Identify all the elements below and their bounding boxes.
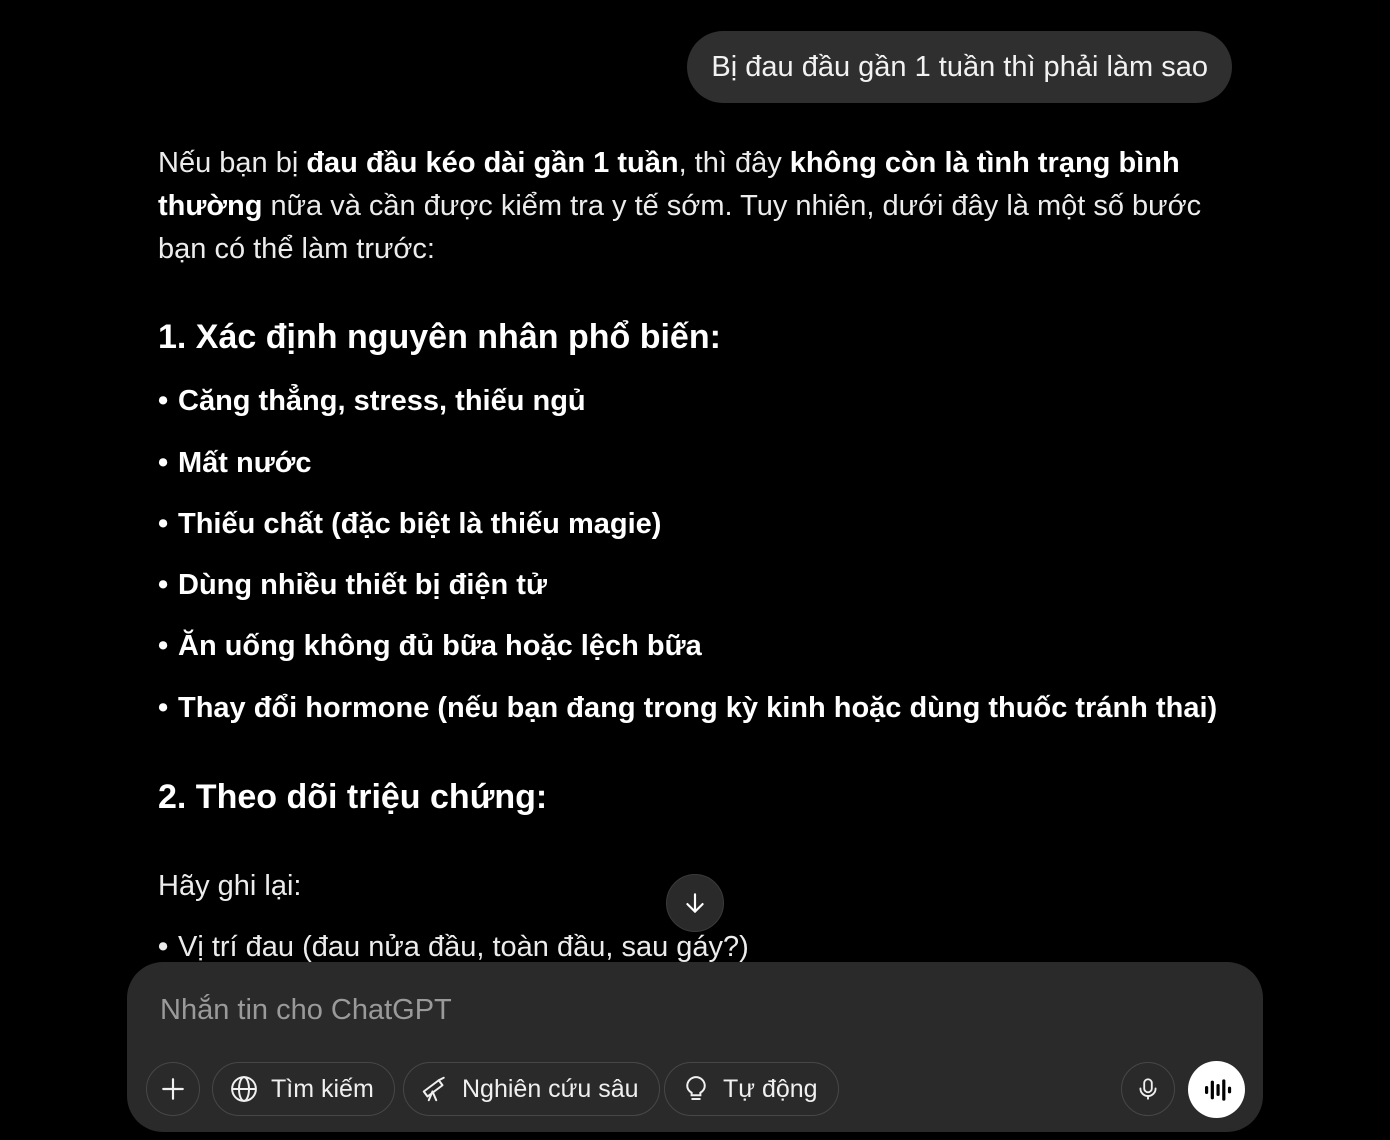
list-item-text: Căng thẳng, stress, thiếu ngủ xyxy=(178,385,586,417)
voice-mode-button[interactable] xyxy=(1188,1061,1245,1118)
list-item: • Mất nước xyxy=(158,447,311,480)
section-2-heading: 2. Theo dõi triệu chứng: xyxy=(158,778,548,816)
message-input[interactable] xyxy=(160,988,1060,1032)
add-attachment-button[interactable] xyxy=(146,1062,200,1116)
bullet-dot: • xyxy=(158,931,169,963)
bullet-dot: • xyxy=(158,692,169,724)
auto-mode-button[interactable]: Tự động xyxy=(664,1062,839,1116)
plus-icon xyxy=(162,1078,184,1100)
arrow-down-icon xyxy=(686,893,704,913)
intro-text-2: , thì đây xyxy=(678,147,790,179)
intro-text-3: nữa và cần được kiểm tra y tế sớm. Tuy n… xyxy=(158,190,1202,265)
globe-icon xyxy=(229,1074,259,1104)
section-1-heading: 1. Xác định nguyên nhân phổ biến: xyxy=(158,318,721,356)
bullet-dot: • xyxy=(158,447,169,479)
section-2-intro: Hãy ghi lại: xyxy=(158,870,302,902)
bullet-dot: • xyxy=(158,508,169,540)
user-message-bubble: Bị đau đầu gần 1 tuần thì phải làm sao xyxy=(687,31,1232,103)
deep-research-tool-button[interactable]: Nghiên cứu sâu xyxy=(403,1062,660,1116)
list-item: • Thay đổi hormone (nếu bạn đang trong k… xyxy=(158,692,1217,725)
dictate-button[interactable] xyxy=(1121,1062,1175,1116)
list-item: • Thiếu chất (đặc biệt là thiếu magie) xyxy=(158,508,661,541)
list-item-text: Mất nước xyxy=(178,447,312,479)
bullet-dot: • xyxy=(158,569,169,601)
voice-waveform-icon xyxy=(1204,1078,1231,1101)
intro-text-1: Nếu bạn bị xyxy=(158,147,307,179)
bullet-dot: • xyxy=(158,385,169,417)
user-message-text: Bị đau đầu gần 1 tuần thì phải làm sao xyxy=(711,50,1208,83)
search-tool-button[interactable]: Tìm kiếm xyxy=(212,1062,395,1116)
microphone-icon xyxy=(1139,1078,1157,1100)
list-item: • Ăn uống không đủ bữa hoặc lệch bữa xyxy=(158,630,702,663)
reply-intro-paragraph: Nếu bạn bị đau đầu kéo dài gần 1 tuần, t… xyxy=(158,142,1218,271)
chat-app: Bị đau đầu gần 1 tuần thì phải làm sao N… xyxy=(0,0,1390,1140)
auto-mode-label: Tự động xyxy=(723,1074,818,1103)
deep-research-tool-label: Nghiên cứu sâu xyxy=(462,1074,639,1103)
telescope-icon xyxy=(420,1074,450,1104)
list-item-text: Thiếu chất (đặc biệt là thiếu magie) xyxy=(178,508,662,540)
list-item-text: Dùng nhiều thiết bị điện tử xyxy=(178,569,547,601)
search-tool-label: Tìm kiếm xyxy=(271,1074,374,1103)
list-item: • Căng thẳng, stress, thiếu ngủ xyxy=(158,385,586,418)
list-item: • Vị trí đau (đau nửa đầu, toàn đầu, sau… xyxy=(158,931,749,964)
bullet-dot: • xyxy=(158,630,169,662)
list-item-text: Thay đổi hormone (nếu bạn đang trong kỳ … xyxy=(178,692,1218,724)
list-item-text: Ăn uống không đủ bữa hoặc lệch bữa xyxy=(178,630,702,662)
lightbulb-icon xyxy=(681,1074,711,1104)
message-composer: Tìm kiếm Nghiên cứu sâu Tự động xyxy=(127,962,1263,1132)
scroll-to-bottom-button[interactable] xyxy=(666,874,724,932)
list-item-text: Vị trí đau (đau nửa đầu, toàn đầu, sau g… xyxy=(178,931,749,963)
list-item: • Dùng nhiều thiết bị điện tử xyxy=(158,569,547,602)
intro-bold-1: đau đầu kéo dài gần 1 tuần xyxy=(306,147,679,179)
